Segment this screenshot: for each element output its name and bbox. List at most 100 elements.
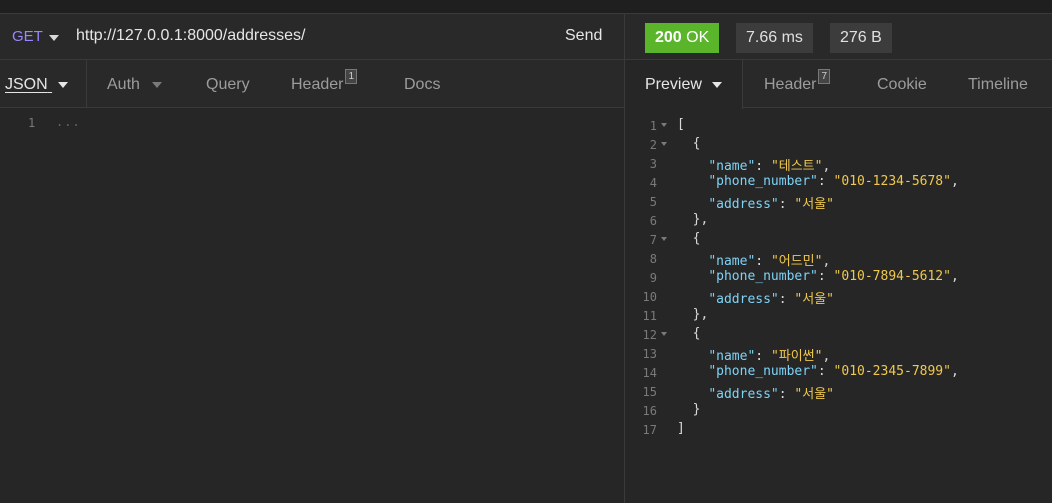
json-punctuation: , [822,159,831,174]
json-key: "phone_number" [708,364,818,379]
json-key: "phone_number" [708,174,818,189]
json-punctuation: : [817,269,834,284]
response-tabs: Preview Header 7 Cookie Timeline [625,60,1052,109]
line-number: 14 [642,366,657,380]
code-text: "address": "서울" [677,383,834,402]
chevron-down-icon [712,81,723,88]
tab-auth[interactable]: Auth [107,76,163,94]
tab-body-json[interactable]: JSON [5,76,69,94]
json-punctuation: : [817,174,834,189]
fold-arrow-icon[interactable] [661,332,667,336]
json-string: "서울" [794,292,834,307]
line-number: 15 [642,385,657,399]
json-punctuation [677,349,708,364]
tab-timeline[interactable]: Timeline [968,76,1028,94]
line-number: 1 [649,119,657,133]
code-line: 10 "address": "서울" [625,288,1052,307]
fold-arrow-icon[interactable] [661,142,667,146]
json-punctuation: , [822,349,831,364]
json-punctuation: ] [677,421,685,436]
tab-preview[interactable]: Preview [645,76,723,94]
status-code: 200 [655,29,682,46]
code-line: 1[ [625,117,1052,136]
code-text: ] [677,421,685,436]
line-number: 3 [649,157,657,171]
line-number: 4 [649,176,657,190]
code-text: { [677,231,701,246]
tab-docs[interactable]: Docs [404,76,440,94]
fold-arrow-icon[interactable] [661,237,667,241]
code-text: { [677,326,701,341]
json-key: "name" [708,254,756,269]
code-text: "phone_number": "010-2345-7899", [677,364,959,379]
response-size: 276 B [830,23,892,53]
json-punctuation [677,159,708,174]
json-punctuation [677,292,708,307]
json-key: "name" [708,159,756,174]
tab-label: Preview [645,76,702,93]
line-number: 17 [642,423,657,437]
fold-arrow-icon[interactable] [661,123,667,127]
json-punctuation: : [755,254,771,269]
json-string: "010-2345-7899" [833,364,951,379]
code-text: "address": "서울" [677,288,834,307]
tab-label: Header [764,76,817,93]
response-status-bar: 200 OK 7.66 ms 276 B [625,14,1052,60]
json-string: "010-7894-5612" [833,269,951,284]
tab-separator [86,60,87,108]
line-number: 9 [649,271,657,285]
code-line: 7 { [625,231,1052,250]
code-line: 2 { [625,136,1052,155]
json-key: "phone_number" [708,269,818,284]
json-string: "010-1234-5678" [833,174,951,189]
code-line: 17] [625,421,1052,440]
code-line: 5 "address": "서울" [625,193,1052,212]
line-number: 13 [642,347,657,361]
status-badge: 200 OK [645,23,720,53]
tab-header[interactable]: Header 1 [291,69,358,94]
send-button[interactable]: Send [565,27,602,45]
code-line: 14 "phone_number": "010-2345-7899", [625,364,1052,383]
json-punctuation: , [950,364,959,379]
chevron-down-icon [152,81,163,88]
tab-cookie[interactable]: Cookie [877,76,927,94]
json-punctuation: : [778,387,795,402]
code-line: 9 "phone_number": "010-7894-5612", [625,269,1052,288]
line-number: 2 [649,138,657,152]
code-line: 8 "name": "어드민", [625,250,1052,269]
json-key: "address" [708,387,779,402]
tab-label: Header [291,76,344,93]
request-body-editor[interactable]: 1 ... [0,109,624,503]
line-number: 5 [649,195,657,209]
json-punctuation: : [778,292,795,307]
json-key: "address" [708,197,779,212]
header-count-badge: 7 [818,69,831,84]
json-punctuation: , [950,174,959,189]
line-number: 12 [642,328,657,342]
request-pane: GET http://127.0.0.1:8000/addresses/ Sen… [0,14,624,503]
code-line: 6 }, [625,212,1052,231]
json-punctuation: [ [677,117,685,132]
code-line: 3 "name": "테스트", [625,155,1052,174]
method-dropdown-caret-icon[interactable] [49,35,59,41]
response-json-viewer[interactable]: 1[2 {3 "name": "테스트", 4 "phone_number": "… [625,109,1052,503]
tab-response-header[interactable]: Header 7 [764,69,831,94]
body-placeholder: ... [56,115,81,129]
tab-query[interactable]: Query [206,76,250,94]
url-input[interactable]: http://127.0.0.1:8000/addresses/ [76,27,306,45]
json-string: "어드민" [770,254,823,269]
json-punctuation: }, [677,212,709,227]
json-punctuation: : [755,349,771,364]
line-number: 1 [28,116,36,130]
json-punctuation: } [677,402,701,417]
line-number: 16 [642,404,657,418]
json-string: "파이썬" [770,349,823,364]
json-punctuation: : [755,159,771,174]
chevron-down-icon [58,81,69,88]
request-tabs: JSON Auth Query Header 1 Docs [0,60,624,108]
code-line: 13 "name": "파이썬", [625,345,1052,364]
code-text: "phone_number": "010-7894-5612", [677,269,958,284]
code-text: "address": "서울" [677,193,834,212]
method-selector[interactable]: GET [12,28,43,45]
json-punctuation: : [778,197,795,212]
